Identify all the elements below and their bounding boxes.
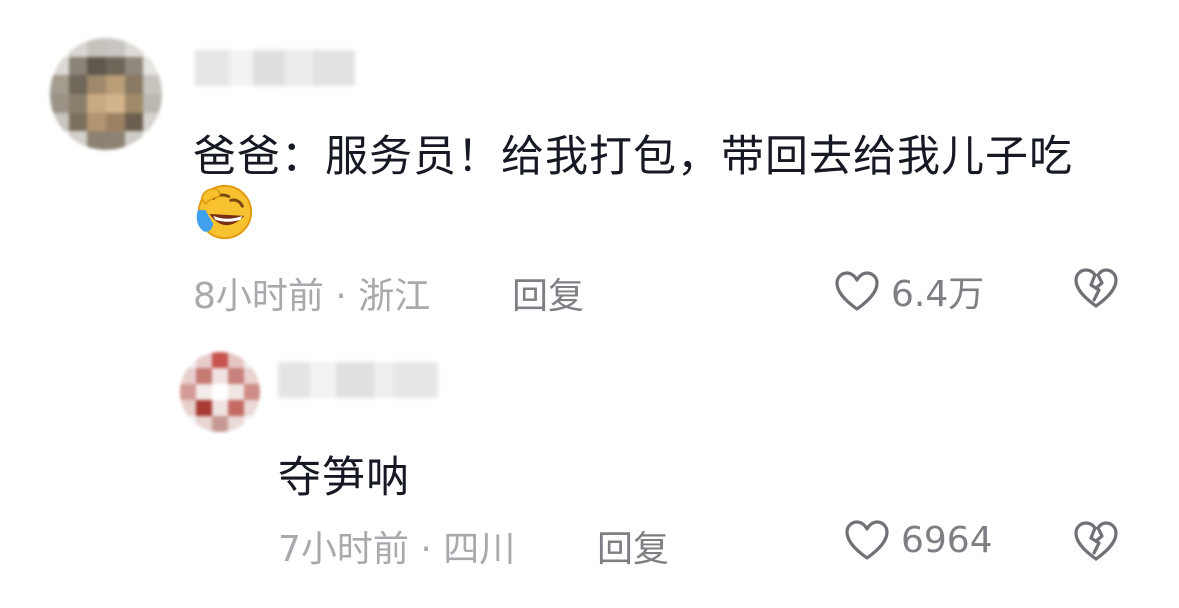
avatar[interactable]: [180, 352, 260, 432]
broken-heart-outline-icon[interactable]: [1072, 519, 1120, 563]
heart-outline-icon: [835, 271, 879, 311]
broken-heart-outline-icon[interactable]: [1072, 266, 1120, 310]
avatar[interactable]: [50, 38, 162, 150]
heart-outline-icon: [845, 520, 889, 560]
like-button[interactable]: 6964: [843, 518, 993, 562]
username-blurred[interactable]: [278, 362, 438, 398]
like-button[interactable]: 6.4万: [833, 265, 984, 317]
reply-button[interactable]: 回复: [512, 267, 584, 319]
reply-button[interactable]: 回复: [597, 520, 669, 572]
laughing-crying-emoji: [196, 184, 253, 240]
like-count: 6964: [901, 519, 993, 561]
comment-text: 夺笋呐: [278, 453, 410, 503]
like-count: 6.4万: [891, 274, 985, 315]
timestamp-location: 7小时前 · 四川: [278, 529, 516, 570]
username-blurred[interactable]: [195, 50, 355, 86]
timestamp-location: 8小时前 · 浙江: [193, 276, 431, 317]
comment-text: 爸爸：服务员！给我打包，带回去给我儿子吃: [193, 132, 1073, 182]
